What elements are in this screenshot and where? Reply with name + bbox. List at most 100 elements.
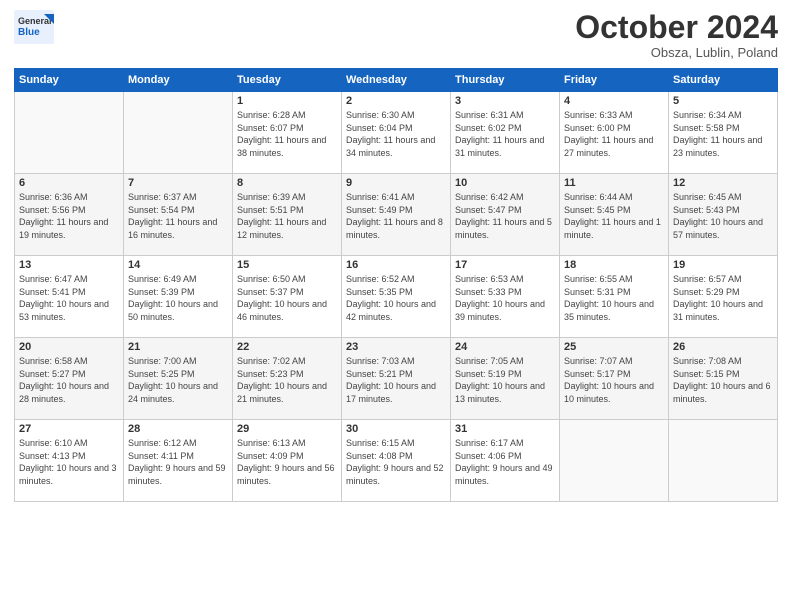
day-number: 7: [128, 177, 228, 189]
day-info: Sunrise: 7:00 AMSunset: 5:25 PMDaylight:…: [128, 355, 228, 405]
day-info: Sunrise: 6:17 AMSunset: 4:06 PMDaylight:…: [455, 437, 555, 487]
day-number: 5: [673, 95, 773, 107]
col-saturday: Saturday: [669, 69, 778, 92]
table-row: 28 Sunrise: 6:12 AMSunset: 4:11 PMDayligh…: [124, 420, 233, 502]
day-number: 21: [128, 341, 228, 353]
calendar-week-row: 20 Sunrise: 6:58 AMSunset: 5:27 PMDayligh…: [15, 338, 778, 420]
day-info: Sunrise: 7:08 AMSunset: 5:15 PMDaylight:…: [673, 355, 773, 405]
day-info: Sunrise: 6:12 AMSunset: 4:11 PMDaylight:…: [128, 437, 228, 487]
col-thursday: Thursday: [451, 69, 560, 92]
day-info: Sunrise: 6:28 AMSunset: 6:07 PMDaylight:…: [237, 109, 337, 159]
day-info: Sunrise: 6:58 AMSunset: 5:27 PMDaylight:…: [19, 355, 119, 405]
day-info: Sunrise: 6:47 AMSunset: 5:41 PMDaylight:…: [19, 273, 119, 323]
day-info: Sunrise: 6:41 AMSunset: 5:49 PMDaylight:…: [346, 191, 446, 241]
day-number: 31: [455, 423, 555, 435]
day-info: Sunrise: 6:33 AMSunset: 6:00 PMDaylight:…: [564, 109, 664, 159]
day-number: 11: [564, 177, 664, 189]
day-info: Sunrise: 6:42 AMSunset: 5:47 PMDaylight:…: [455, 191, 555, 241]
day-number: 4: [564, 95, 664, 107]
day-number: 20: [19, 341, 119, 353]
day-number: 1: [237, 95, 337, 107]
day-info: Sunrise: 7:02 AMSunset: 5:23 PMDaylight:…: [237, 355, 337, 405]
day-number: 22: [237, 341, 337, 353]
day-info: Sunrise: 7:03 AMSunset: 5:21 PMDaylight:…: [346, 355, 446, 405]
day-number: 16: [346, 259, 446, 271]
table-row: 20 Sunrise: 6:58 AMSunset: 5:27 PMDayligh…: [15, 338, 124, 420]
day-info: Sunrise: 6:50 AMSunset: 5:37 PMDaylight:…: [237, 273, 337, 323]
logo: General Blue: [14, 10, 50, 38]
table-row: 2Sunrise: 6:30 AMSunset: 6:04 PMDaylight…: [342, 92, 451, 174]
col-sunday: Sunday: [15, 69, 124, 92]
calendar-table: Sunday Monday Tuesday Wednesday Thursday…: [14, 68, 778, 502]
table-row: 17Sunrise: 6:53 AMSunset: 5:33 PMDayligh…: [451, 256, 560, 338]
calendar-week-row: 1 Sunrise: 6:28 AMSunset: 6:07 PMDaylight…: [15, 92, 778, 174]
table-row: 6Sunrise: 6:36 AMSunset: 5:56 PMDaylight…: [15, 174, 124, 256]
calendar-week-row: 13 Sunrise: 6:47 AMSunset: 5:41 PMDayligh…: [15, 256, 778, 338]
day-number: 18: [564, 259, 664, 271]
table-row: 12 Sunrise: 6:45 AMSunset: 5:43 PMDayligh…: [669, 174, 778, 256]
table-row: 19Sunrise: 6:57 AMSunset: 5:29 PMDayligh…: [669, 256, 778, 338]
table-row: 31 Sunrise: 6:17 AMSunset: 4:06 PMDayligh…: [451, 420, 560, 502]
day-number: 9: [346, 177, 446, 189]
day-number: 10: [455, 177, 555, 189]
day-info: Sunrise: 6:49 AMSunset: 5:39 PMDaylight:…: [128, 273, 228, 323]
day-number: 23: [346, 341, 446, 353]
day-number: 3: [455, 95, 555, 107]
table-row: [124, 92, 233, 174]
svg-text:General: General: [18, 16, 52, 26]
table-row: 3 Sunrise: 6:31 AMSunset: 6:02 PMDaylight…: [451, 92, 560, 174]
table-row: [15, 92, 124, 174]
day-number: 25: [564, 341, 664, 353]
table-row: 22 Sunrise: 7:02 AMSunset: 5:23 PMDayligh…: [233, 338, 342, 420]
table-row: 11 Sunrise: 6:44 AMSunset: 5:45 PMDayligh…: [560, 174, 669, 256]
day-info: Sunrise: 7:05 AMSunset: 5:19 PMDaylight:…: [455, 355, 555, 405]
day-number: 15: [237, 259, 337, 271]
page-header: General Blue October 2024 Obsza, Lublin,…: [14, 10, 778, 60]
col-wednesday: Wednesday: [342, 69, 451, 92]
calendar-week-row: 6Sunrise: 6:36 AMSunset: 5:56 PMDaylight…: [15, 174, 778, 256]
day-info: Sunrise: 6:44 AMSunset: 5:45 PMDaylight:…: [564, 191, 664, 241]
day-info: Sunrise: 6:30 AMSunset: 6:04 PMDaylight:…: [346, 109, 446, 159]
day-number: 26: [673, 341, 773, 353]
table-row: 5 Sunrise: 6:34 AMSunset: 5:58 PMDaylight…: [669, 92, 778, 174]
table-row: 27Sunrise: 6:10 AMSunset: 4:13 PMDayligh…: [15, 420, 124, 502]
day-info: Sunrise: 6:31 AMSunset: 6:02 PMDaylight:…: [455, 109, 555, 159]
day-info: Sunrise: 6:57 AMSunset: 5:29 PMDaylight:…: [673, 273, 773, 323]
day-number: 6: [19, 177, 119, 189]
calendar-week-row: 27Sunrise: 6:10 AMSunset: 4:13 PMDayligh…: [15, 420, 778, 502]
location-subtitle: Obsza, Lublin, Poland: [575, 45, 778, 60]
table-row: 10 Sunrise: 6:42 AMSunset: 5:47 PMDayligh…: [451, 174, 560, 256]
day-number: 13: [19, 259, 119, 271]
table-row: 24 Sunrise: 7:05 AMSunset: 5:19 PMDayligh…: [451, 338, 560, 420]
table-row: 30 Sunrise: 6:15 AMSunset: 4:08 PMDayligh…: [342, 420, 451, 502]
day-info: Sunrise: 7:07 AMSunset: 5:17 PMDaylight:…: [564, 355, 664, 405]
table-row: 9 Sunrise: 6:41 AMSunset: 5:49 PMDaylight…: [342, 174, 451, 256]
table-row: 15 Sunrise: 6:50 AMSunset: 5:37 PMDayligh…: [233, 256, 342, 338]
title-block: October 2024 Obsza, Lublin, Poland: [575, 10, 778, 60]
table-row: 26 Sunrise: 7:08 AMSunset: 5:15 PMDayligh…: [669, 338, 778, 420]
table-row: 1 Sunrise: 6:28 AMSunset: 6:07 PMDaylight…: [233, 92, 342, 174]
day-number: 12: [673, 177, 773, 189]
col-tuesday: Tuesday: [233, 69, 342, 92]
day-info: Sunrise: 6:15 AMSunset: 4:08 PMDaylight:…: [346, 437, 446, 487]
day-number: 28: [128, 423, 228, 435]
table-row: 13 Sunrise: 6:47 AMSunset: 5:41 PMDayligh…: [15, 256, 124, 338]
table-row: 29Sunrise: 6:13 AMSunset: 4:09 PMDayligh…: [233, 420, 342, 502]
day-info: Sunrise: 6:53 AMSunset: 5:33 PMDaylight:…: [455, 273, 555, 323]
day-info: Sunrise: 6:55 AMSunset: 5:31 PMDaylight:…: [564, 273, 664, 323]
day-number: 24: [455, 341, 555, 353]
col-friday: Friday: [560, 69, 669, 92]
table-row: 4 Sunrise: 6:33 AMSunset: 6:00 PMDaylight…: [560, 92, 669, 174]
table-row: 18 Sunrise: 6:55 AMSunset: 5:31 PMDayligh…: [560, 256, 669, 338]
day-info: Sunrise: 6:34 AMSunset: 5:58 PMDaylight:…: [673, 109, 773, 159]
calendar-header-row: Sunday Monday Tuesday Wednesday Thursday…: [15, 69, 778, 92]
day-number: 30: [346, 423, 446, 435]
day-info: Sunrise: 6:37 AMSunset: 5:54 PMDaylight:…: [128, 191, 228, 241]
day-info: Sunrise: 6:39 AMSunset: 5:51 PMDaylight:…: [237, 191, 337, 241]
day-info: Sunrise: 6:52 AMSunset: 5:35 PMDaylight:…: [346, 273, 446, 323]
day-info: Sunrise: 6:45 AMSunset: 5:43 PMDaylight:…: [673, 191, 773, 241]
day-number: 8: [237, 177, 337, 189]
day-number: 14: [128, 259, 228, 271]
table-row: 23 Sunrise: 7:03 AMSunset: 5:21 PMDayligh…: [342, 338, 451, 420]
day-info: Sunrise: 6:10 AMSunset: 4:13 PMDaylight:…: [19, 437, 119, 487]
